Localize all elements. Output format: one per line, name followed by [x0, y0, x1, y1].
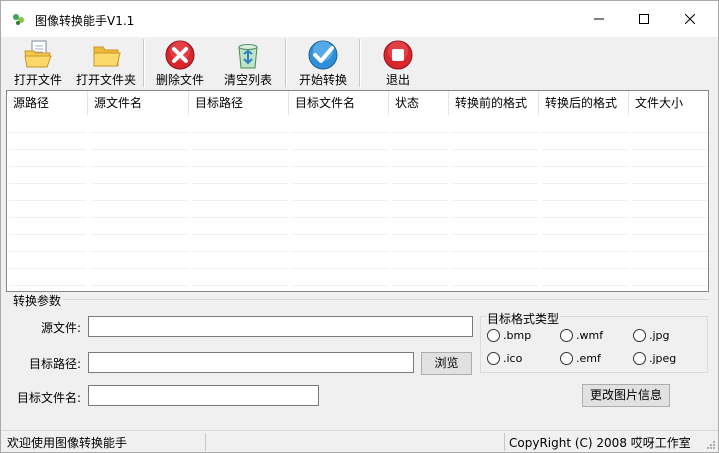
toolbar-separator — [359, 39, 361, 87]
start-convert-label: 开始转换 — [298, 73, 347, 87]
maximize-button[interactable] — [621, 1, 667, 37]
radio-circle-icon — [633, 329, 646, 342]
toolbar: 打开文件 打开文件夹 删除文件 清空列表 开始转换 退出 — [1, 37, 718, 89]
resize-grip-icon[interactable] — [706, 440, 716, 450]
checkmark-icon — [308, 40, 338, 70]
radio-ico[interactable]: .ico — [487, 352, 522, 365]
radio-emf[interactable]: .emf — [560, 352, 601, 365]
column-header[interactable]: 目标文件名 — [289, 91, 389, 115]
radio-jpeg[interactable]: .jpeg — [633, 352, 676, 365]
radio-jpg[interactable]: .jpg — [633, 329, 670, 342]
group-divider — [63, 299, 709, 300]
radio-circle-icon — [560, 352, 573, 365]
exit-button[interactable]: 退出 — [371, 37, 425, 89]
target-name-input[interactable] — [88, 385, 319, 406]
window-title: 图像转换能手V1.1 — [35, 14, 135, 28]
status-bar: 欢迎使用图像转换能手 CopyRight (C) 2008 哎呀工作室 — [1, 430, 718, 452]
delete-icon — [165, 40, 195, 70]
list-grid-line — [7, 234, 708, 235]
open-file-button[interactable]: 打开文件 — [9, 37, 67, 89]
minimize-icon — [594, 18, 604, 20]
list-grid-line — [7, 132, 708, 133]
clear-list-label: 清空列表 — [223, 73, 272, 87]
list-grid-line — [7, 268, 708, 269]
target-path-label: 目标路径: — [28, 357, 81, 371]
exit-label: 退出 — [385, 73, 410, 87]
open-folder-button[interactable]: 打开文件夹 — [73, 37, 139, 89]
radio-circle-icon — [560, 329, 573, 342]
status-separator — [205, 433, 206, 451]
format-group-title: 目标格式类型 — [486, 310, 561, 327]
column-header[interactable]: 转换前的格式 — [449, 91, 539, 115]
delete-file-button[interactable]: 删除文件 — [151, 37, 209, 89]
target-path-input[interactable] — [88, 352, 414, 373]
app-icon — [13, 14, 24, 25]
clear-list-button[interactable]: 清空列表 — [219, 37, 277, 89]
recycle-bin-icon — [238, 44, 258, 69]
column-header[interactable]: 目标路径 — [189, 91, 289, 115]
source-file-input[interactable] — [88, 316, 473, 337]
minimize-button[interactable] — [576, 1, 622, 37]
close-icon — [685, 14, 695, 24]
target-name-label: 目标文件名: — [16, 391, 81, 405]
stop-icon — [383, 40, 413, 70]
column-header[interactable]: 转换后的格式 — [539, 91, 629, 115]
list-grid-line — [7, 183, 708, 184]
list-grid-line — [7, 200, 708, 201]
file-list[interactable]: 源路径 源文件名 目标路径 目标文件名 状态 转换前的格式 转换后的格式 文件大… — [6, 90, 709, 292]
column-header[interactable]: 状态 — [389, 91, 449, 115]
list-header: 源路径 源文件名 目标路径 目标文件名 状态 转换前的格式 转换后的格式 文件大… — [7, 91, 708, 115]
list-grid-line — [7, 251, 708, 252]
change-image-info-button[interactable]: 更改图片信息 — [582, 384, 670, 407]
list-grid-line — [7, 149, 708, 150]
column-header[interactable]: 文件大小 — [629, 91, 708, 115]
copyright-text: CopyRight (C) 2008 哎呀工作室 — [509, 436, 691, 450]
list-grid-line — [7, 217, 708, 218]
app-window: 图像转换能手V1.1 打开文件 打开文件夹 删除文件 清空列表 开始转换 退出 … — [0, 0, 719, 453]
open-folder-label: 打开文件夹 — [75, 73, 136, 87]
list-grid-line — [7, 285, 708, 286]
browse-button[interactable]: 浏览 — [421, 352, 472, 375]
list-body — [7, 115, 708, 291]
open-file-icon — [24, 40, 52, 68]
close-button[interactable] — [667, 1, 713, 37]
radio-circle-icon — [487, 352, 500, 365]
column-header[interactable]: 源文件名 — [88, 91, 189, 115]
params-group-title: 转换参数 — [13, 294, 62, 308]
radio-circle-icon — [487, 329, 500, 342]
delete-file-label: 删除文件 — [155, 73, 204, 87]
source-file-label: 源文件: — [40, 321, 81, 335]
open-folder-icon — [93, 46, 121, 67]
title-bar[interactable]: 图像转换能手V1.1 — [1, 1, 718, 37]
radio-bmp[interactable]: .bmp — [487, 329, 531, 342]
toolbar-separator — [285, 39, 287, 87]
maximize-icon — [639, 14, 649, 24]
start-convert-button[interactable]: 开始转换 — [294, 37, 352, 89]
radio-circle-icon — [633, 352, 646, 365]
status-message: 欢迎使用图像转换能手 — [7, 436, 128, 450]
radio-wmf[interactable]: .wmf — [560, 329, 603, 342]
column-header[interactable]: 源路径 — [7, 91, 88, 115]
list-grid-line — [7, 166, 708, 167]
toolbar-separator — [143, 39, 145, 87]
open-file-label: 打开文件 — [13, 73, 62, 87]
status-separator — [504, 433, 505, 451]
